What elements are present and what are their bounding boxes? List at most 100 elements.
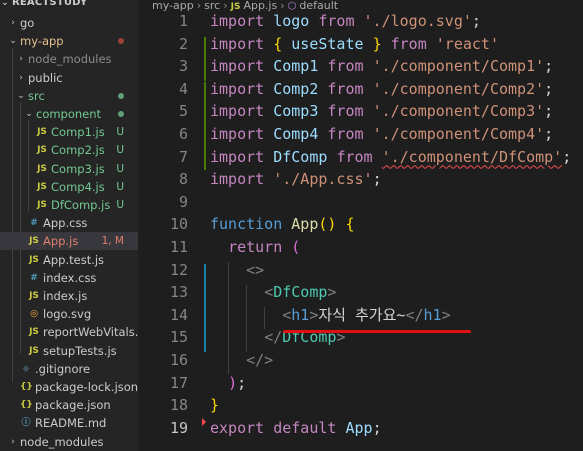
- tree-item[interactable]: ◎ logo.svg: [0, 305, 138, 323]
- javascript-file-icon: JS: [37, 145, 47, 156]
- tree-item[interactable]: JS reportWebVitals.js: [0, 323, 138, 341]
- tree-item[interactable]: JS index.js: [0, 287, 138, 305]
- code-line[interactable]: 14 <h1>자식 추가요~</h1>: [138, 304, 583, 327]
- line-number: 1: [178, 12, 188, 30]
- tree-item[interactable]: › node_modules: [0, 50, 138, 68]
- code-token: ;: [372, 170, 382, 189]
- tree-item[interactable]: ◆ .gitignore: [0, 360, 138, 378]
- code-token: default: [273, 418, 337, 437]
- code-line[interactable]: 11 return (: [138, 236, 583, 259]
- tree-item[interactable]: # App.css: [0, 214, 138, 232]
- tree-item[interactable]: {} package.json: [0, 396, 138, 414]
- code-line[interactable]: 16 </>: [138, 349, 583, 372]
- code-line[interactable]: 1 import logo from './logo.svg';: [138, 10, 583, 33]
- code-line[interactable]: 7 import DfComp from './component/DfComp'…: [138, 146, 583, 169]
- code-line[interactable]: 6 import Comp4 from './component/Comp4';: [138, 123, 583, 146]
- tree-item[interactable]: › go: [0, 14, 138, 32]
- code-token: ;: [237, 373, 247, 392]
- tree-item[interactable]: JS Comp2.js U: [0, 141, 138, 159]
- code-text: return (: [210, 236, 300, 259]
- code-line[interactable]: 4 import Comp2 from './component/Comp2';: [138, 78, 583, 101]
- tree-item[interactable]: › node_modules: [0, 433, 138, 451]
- tree-item-label: reportWebVitals.js: [43, 325, 138, 340]
- tree-item-label: App.css: [43, 216, 88, 231]
- code-text: );: [210, 372, 246, 395]
- tree-item[interactable]: ⌄ my-app: [0, 32, 138, 50]
- code-token: ;: [562, 147, 572, 166]
- tree-item[interactable]: JS Comp4.js U: [0, 178, 138, 196]
- tree-item[interactable]: {} package-lock.json: [0, 378, 138, 396]
- line-number: 15: [169, 328, 188, 347]
- chevron-right-icon: ›: [19, 54, 23, 65]
- code-token: import: [210, 102, 265, 121]
- code-text: import logo from './logo.svg';: [210, 10, 481, 33]
- code-token: Comp2: [273, 79, 319, 98]
- code-text: import Comp2 from './component/Comp2';: [210, 78, 553, 101]
- code-token: App: [345, 418, 373, 437]
- tree-item[interactable]: JS setupTests.js: [0, 342, 138, 360]
- tree-item-label: Comp1.js: [51, 125, 105, 140]
- code-line[interactable]: 18}: [138, 394, 583, 417]
- tree-item-label: node_modules: [28, 52, 112, 67]
- javascript-file-icon: JS: [29, 254, 39, 265]
- red-annotation-underline: [283, 330, 471, 333]
- code-editor[interactable]: my-app › src › JS App.js › ⬡ default 1 import log…: [138, 0, 583, 451]
- javascript-file-icon: JS: [37, 127, 47, 138]
- code-line[interactable]: 13 <DfComp>: [138, 281, 583, 304]
- tree-item[interactable]: ⓘ README.md: [0, 414, 138, 432]
- code-token: (: [291, 238, 301, 256]
- code-token: h1: [423, 305, 442, 324]
- code-token: export: [210, 418, 265, 437]
- tree-item-label: Comp2.js: [51, 143, 105, 158]
- json-file-icon: {}: [20, 382, 33, 392]
- code-token: import: [210, 125, 265, 143]
- code-line[interactable]: 2 import { useState } from 'react': [138, 33, 583, 56]
- tree-item[interactable]: JS App.test.js: [0, 251, 138, 269]
- chevron-down-icon: ⌄: [17, 90, 25, 101]
- code-text: function App() {: [210, 213, 355, 236]
- tree-item[interactable]: ⌄ component: [0, 105, 138, 123]
- code-token: Comp4: [273, 125, 319, 143]
- javascript-file-icon: JS: [37, 163, 47, 174]
- code-line[interactable]: 17 );: [138, 372, 583, 395]
- tree-item-label: .gitignore: [35, 361, 91, 376]
- code-line[interactable]: 10 function App() {: [138, 213, 583, 236]
- tree-item[interactable]: › public: [0, 69, 138, 87]
- line-number: 13: [169, 283, 188, 302]
- code-line[interactable]: 12 <>: [138, 259, 583, 282]
- modified-dot-icon: [118, 92, 124, 99]
- tree-item[interactable]: # index.css: [0, 269, 138, 287]
- line-number: 3: [178, 57, 188, 76]
- code-text: <DfComp>: [210, 281, 336, 304]
- code-line[interactable]: 9: [138, 191, 583, 214]
- tree-item[interactable]: JS Comp3.js U: [0, 160, 138, 178]
- code-line[interactable]: 19 export default App;: [138, 417, 583, 440]
- javascript-file-icon: JS: [37, 200, 47, 210]
- tree-item[interactable]: JS Comp1.js U: [0, 123, 138, 141]
- tree-item-label: App.test.js: [43, 252, 105, 267]
- tree-item[interactable]: JS DfComp.js U: [0, 196, 138, 214]
- line-number: 12: [169, 260, 188, 279]
- code-line[interactable]: 5 import Comp3 from './component/Comp3';: [138, 100, 583, 123]
- code-token: {: [345, 215, 355, 234]
- code-token: './component/Comp3': [372, 102, 545, 121]
- code-token: from: [390, 34, 427, 53]
- tree-item-label: component: [36, 107, 102, 121]
- code-line[interactable]: 8 import './App.css';: [138, 168, 583, 191]
- tree-item[interactable]: ⌄ src: [0, 87, 138, 105]
- git-status-badge: 1, M: [101, 235, 124, 248]
- code-line[interactable]: 3 import Comp1 from './component/Comp1';: [138, 55, 583, 78]
- tree-item[interactable]: JS App.js 1, M: [0, 232, 138, 251]
- tree-item-label: src: [28, 88, 45, 103]
- tree-item-label: index.css: [43, 270, 97, 285]
- line-number: 7: [178, 147, 188, 166]
- explorer-root[interactable]: ⌄ REACTSTUDY: [0, 0, 138, 12]
